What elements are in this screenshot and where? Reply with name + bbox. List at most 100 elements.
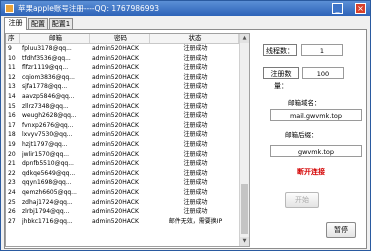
vertical-scrollbar[interactable]: ▲ ▼ [239, 34, 249, 246]
tab-config[interactable]: 配置 [28, 18, 48, 29]
cell-email: qqyn1698@qq... [22, 179, 72, 187]
tab-bar: 注册 配置 配置1 [4, 17, 124, 30]
cell-status: 注册成功 [183, 102, 208, 110]
column-header-status[interactable]: 状态 [150, 34, 239, 43]
table-row[interactable]: 15 zllrz7348@qq... admin520HACK 注册成功 [6, 102, 239, 112]
cell-email: tfdhf3536@qq... [22, 54, 71, 62]
table-row[interactable]: 18 lxvyv7530@qq... admin520HACK 注册成功 [6, 130, 239, 140]
cell-email: zdhaj1724@qq... [22, 198, 73, 206]
cell-no: 14 [8, 92, 16, 100]
cell-email: dpnfb5510@qq... [22, 160, 74, 168]
cell-no: 24 [8, 188, 16, 196]
email-domain-input[interactable]: mail.gwvmk.top [270, 109, 362, 121]
cell-status: 注册成功 [183, 188, 208, 196]
cell-email: qemzh6605@qq... [22, 188, 77, 196]
table-row[interactable]: 11 flfzr1119@qq... admin520HACK 注册成功 [6, 63, 239, 73]
scroll-down-icon[interactable]: ▼ [240, 237, 249, 246]
table-row[interactable]: 12 cqiom3836@qq... admin520HACK 注册成功 [6, 73, 239, 83]
cell-no: 21 [8, 160, 16, 168]
cell-email: fpluu3178@qq... [22, 45, 72, 52]
cell-no: 22 [8, 169, 16, 177]
table-row[interactable]: 17 fvnxp2676@qq... admin520HACK 注册成功 [6, 121, 239, 131]
tab-config1[interactable]: 配置1 [49, 18, 73, 29]
cell-password: admin520HACK [92, 217, 139, 225]
table-row[interactable]: 25 zdhaj1724@qq... admin520HACK 注册成功 [6, 198, 239, 208]
cell-password: admin520HACK [92, 45, 139, 52]
app-icon [5, 4, 14, 13]
cell-password: admin520HACK [92, 131, 139, 139]
table-row[interactable]: 21 dpnfb5510@qq... admin520HACK 注册成功 [6, 159, 239, 169]
cell-status: 注册成功 [183, 169, 208, 177]
cell-email: flfzr1119@qq... [22, 64, 69, 72]
scroll-thumb[interactable] [241, 184, 248, 234]
table-row[interactable]: 9 fpluu3178@qq... admin520HACK 注册成功 [6, 44, 239, 54]
cell-status: 邮件无效，需要换IP [168, 217, 223, 225]
cell-no: 9 [8, 45, 12, 52]
cell-status: 注册成功 [183, 131, 208, 139]
cell-password: admin520HACK [92, 102, 139, 110]
cell-email: qdkqe5649@qq... [22, 169, 76, 177]
cell-password: admin520HACK [92, 140, 139, 148]
cell-status: 注册成功 [183, 198, 208, 206]
column-header-email[interactable]: 邮箱 [20, 34, 90, 43]
cell-status: 注册成功 [183, 140, 208, 148]
start-button[interactable]: 开始 [285, 192, 319, 208]
column-header-no[interactable]: 序 [6, 34, 20, 43]
title-bar[interactable]: 苹果apple账号注册----QQ: 1767986993 _ × [1, 1, 370, 16]
scroll-up-icon[interactable]: ▲ [240, 34, 249, 43]
tab-register[interactable]: 注册 [4, 17, 27, 30]
cell-email: cqiom3836@qq... [22, 73, 75, 81]
account-list[interactable]: 序 邮箱 密码 状态 9 fpluu3178@qq... admin520HACK 注… [5, 33, 250, 247]
connection-status: 断开连接 [297, 168, 325, 176]
threads-label: 线程数： [263, 44, 297, 56]
cell-no: 13 [8, 83, 16, 91]
cell-password: admin520HACK [92, 208, 139, 216]
cell-no: 23 [8, 179, 16, 187]
email-suffix-input[interactable]: gwvmk.top [270, 145, 362, 157]
register-count-label: 注册数量： [263, 67, 299, 90]
cell-no: 27 [8, 217, 16, 225]
cell-password: admin520HACK [92, 188, 139, 196]
table-row[interactable]: 20 jwlir1570@qq... admin520HACK 注册成功 [6, 150, 239, 160]
table-row[interactable]: 22 qdkqe5649@qq... admin520HACK 注册成功 [6, 169, 239, 179]
cell-password: admin520HACK [92, 198, 139, 206]
app-window: 苹果apple账号注册----QQ: 1767986993 _ × 注册 配置 … [0, 0, 371, 251]
cell-email: zlrbj1794@qq... [22, 208, 70, 216]
table-row[interactable]: 24 qemzh6605@qq... admin520HACK 注册成功 [6, 188, 239, 198]
cell-password: admin520HACK [92, 92, 139, 100]
cell-password: admin520HACK [92, 64, 139, 72]
table-row[interactable]: 27 jhbkc1716@qq... admin520HACK 邮件无效，需要换IP [6, 217, 239, 227]
cell-no: 10 [8, 54, 16, 62]
cell-status: 注册成功 [183, 45, 208, 52]
cell-no: 16 [8, 112, 16, 120]
table-row[interactable]: 26 zlrbj1794@qq... admin520HACK 注册成功 [6, 207, 239, 217]
cell-email: sjfa1778@qq... [22, 83, 68, 91]
threads-input[interactable]: 1 [301, 44, 343, 56]
cell-password: admin520HACK [92, 169, 139, 177]
table-row[interactable]: 10 tfdhf3536@qq... admin520HACK 注册成功 [6, 54, 239, 64]
table-row[interactable]: 23 qqyn1698@qq... admin520HACK 注册成功 [6, 178, 239, 188]
cell-status: 注册成功 [183, 112, 208, 120]
register-count-input[interactable]: 100 [302, 67, 344, 79]
pause-button[interactable]: 暂停 [326, 222, 356, 238]
cell-password: admin520HACK [92, 160, 139, 168]
close-button[interactable]: × [355, 3, 366, 14]
cell-no: 19 [8, 140, 16, 148]
cell-email: lxvyv7530@qq... [22, 131, 73, 139]
cell-no: 18 [8, 131, 16, 139]
cell-password: admin520HACK [92, 54, 139, 62]
cell-no: 17 [8, 121, 16, 129]
cell-no: 20 [8, 150, 16, 158]
cell-status: 注册成功 [183, 150, 208, 158]
cell-status: 注册成功 [183, 64, 208, 72]
table-row[interactable]: 16 weugh2628@qq... admin520HACK 注册成功 [6, 111, 239, 121]
column-header-password[interactable]: 密码 [90, 34, 150, 43]
table-row[interactable]: 14 aavzp5846@qq... admin520HACK 注册成功 [6, 92, 239, 102]
cell-email: hzjt1797@qq... [22, 140, 68, 148]
cell-status: 注册成功 [183, 208, 208, 216]
minimize-button[interactable]: _ [332, 3, 343, 14]
cell-email: zllrz7348@qq... [22, 102, 69, 110]
table-row[interactable]: 13 sjfa1778@qq... admin520HACK 注册成功 [6, 82, 239, 92]
table-row[interactable]: 19 hzjt1797@qq... admin520HACK 注册成功 [6, 140, 239, 150]
cell-no: 25 [8, 198, 16, 206]
